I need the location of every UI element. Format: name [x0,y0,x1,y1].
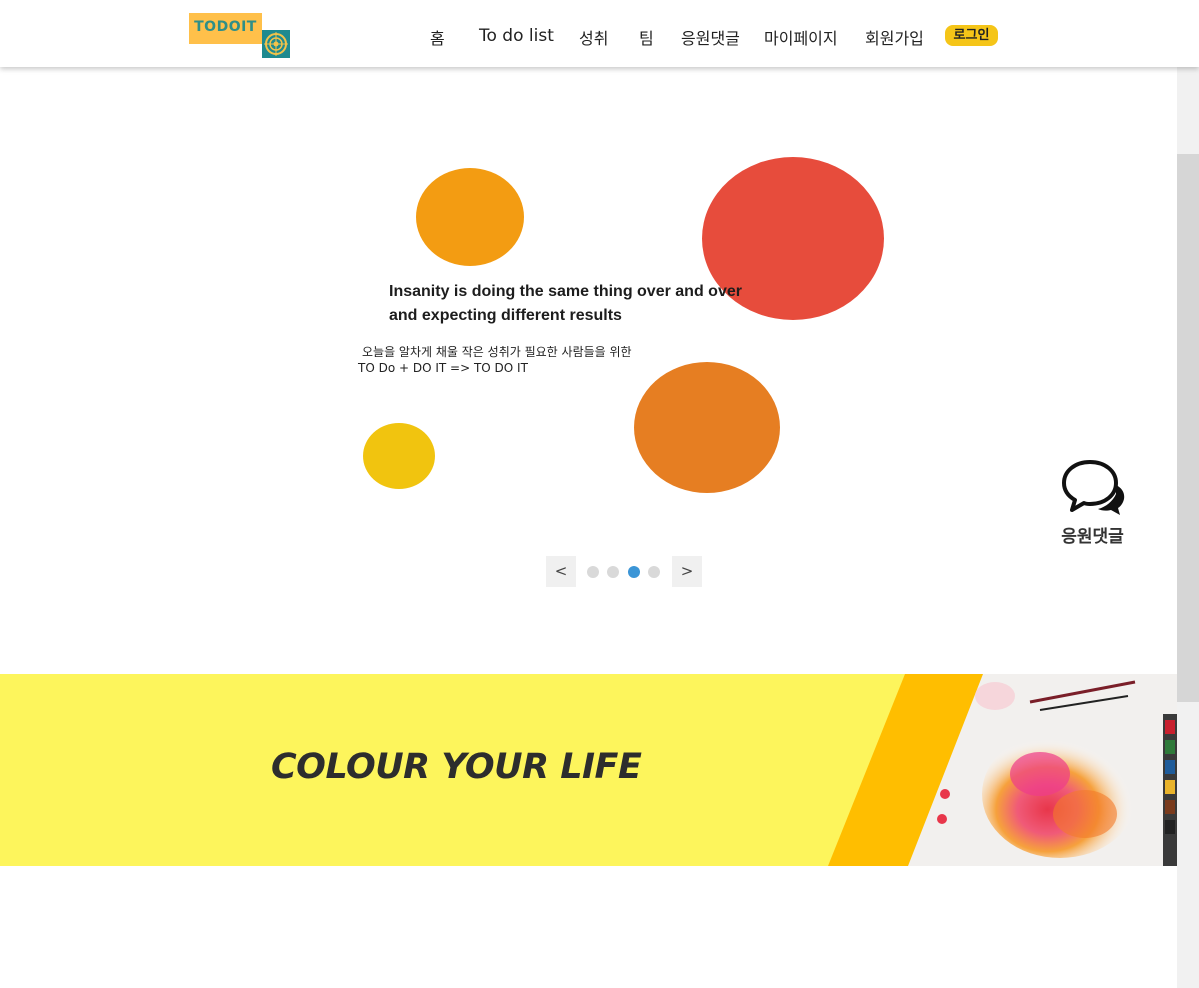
slider-dot-2[interactable] [607,566,619,578]
hero-subtitle-line1: 오늘을 알차게 채울 작은 성취가 필요한 사람들을 위한 [362,345,632,359]
chat-bubbles-icon [1062,460,1125,515]
nav-todo-list[interactable]: To do list [479,26,554,46]
scrollbar-thumb[interactable] [1177,154,1199,702]
hero-subtitle-line2: TO Do + DO IT => TO DO IT [358,361,528,375]
slider-dot-3[interactable] [628,566,640,578]
login-button[interactable]: 로그인 [945,25,998,46]
nav-cheer-comments[interactable]: 응원댓글 [681,25,740,49]
nav-signup[interactable]: 회원가입 [865,25,924,49]
slider-dot-1[interactable] [587,566,599,578]
decorative-circle-dark-orange [634,362,780,493]
target-icon [262,30,290,58]
site-logo[interactable]: TODOIT [189,13,290,58]
cheer-comments-float-button[interactable]: 응원댓글 [1055,458,1130,548]
hero-quote: Insanity is doing the same thing over an… [389,283,742,324]
slider-prev-button[interactable]: < [546,556,576,587]
slider-dot-4[interactable] [648,566,660,578]
cheer-comments-label: 응원댓글 [1061,527,1124,547]
nav-mypage[interactable]: 마이페이지 [764,25,838,49]
paint-splash [982,730,1138,858]
slider-next-button[interactable]: > [672,556,702,587]
decorative-circle-orange [416,168,524,266]
nav-home[interactable]: 홈 [430,25,445,49]
page: TODOIT 홈 To do list 성취 팀 응원댓글 마이페이지 회원가입… [0,0,1199,988]
decorative-circle-yellow [363,423,435,489]
logo-box: TODOIT [189,13,262,44]
nav-team[interactable]: 팀 [639,25,654,49]
logo-text: TODOIT [194,19,257,35]
banner-title: COLOUR YOUR LIFE [271,747,642,787]
nav-achievements[interactable]: 성취 [579,25,608,49]
top-navbar: TODOIT 홈 To do list 성취 팀 응원댓글 마이페이지 회원가입… [0,0,1199,67]
